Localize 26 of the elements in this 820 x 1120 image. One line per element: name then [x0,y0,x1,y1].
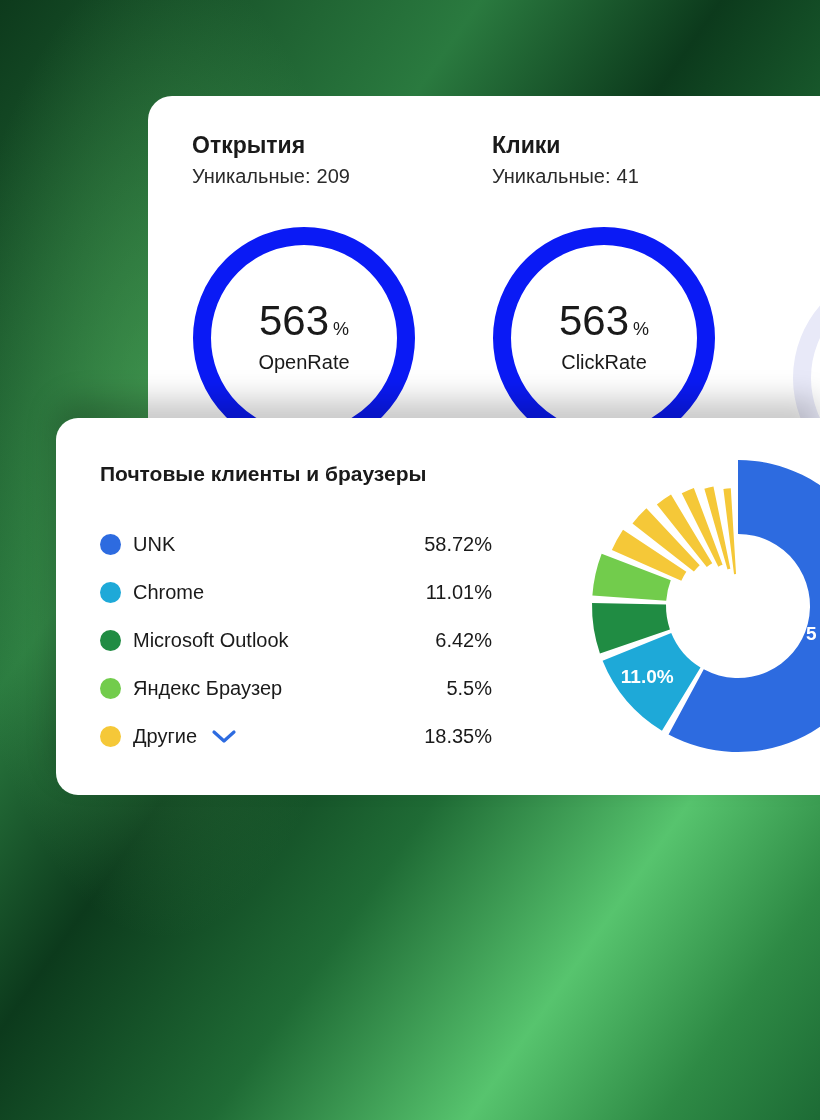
client-percent: 11.01% [425,580,492,604]
client-percent: 58.72% [424,532,492,556]
gauge-caption: ClickRate [561,350,647,374]
client-name: Яндекс Браузер [133,676,283,700]
unique-label: Уникальные: [192,165,311,188]
client-name: UNK [133,532,176,556]
client-percent: 18.35% [424,724,492,748]
rate-value: 563 [258,296,330,345]
chevron-down-icon[interactable] [211,728,238,744]
unique-count: 41 [616,165,639,188]
client-name: Chrome [133,580,205,604]
slice-label: 5 [806,622,817,644]
rate-value: 563 [558,296,630,345]
client-percent: 5.5% [446,676,492,700]
client-name: Microsoft Outlook [133,628,289,652]
card-title: Почтовые клиенты и браузеры [100,462,428,486]
client-percent: 6.42% [435,628,492,652]
slice-label: 11.0% [620,666,674,688]
percent-sign: % [333,318,350,340]
gauge-caption: OpenRate [258,350,350,374]
unique-count: 209 [316,165,350,188]
unique-label: Уникальные: [492,165,611,188]
metric-title: Клики [492,132,562,159]
percent-sign: % [633,318,650,340]
client-name: Другие [133,724,198,748]
metric-title: Открытия [192,132,307,159]
